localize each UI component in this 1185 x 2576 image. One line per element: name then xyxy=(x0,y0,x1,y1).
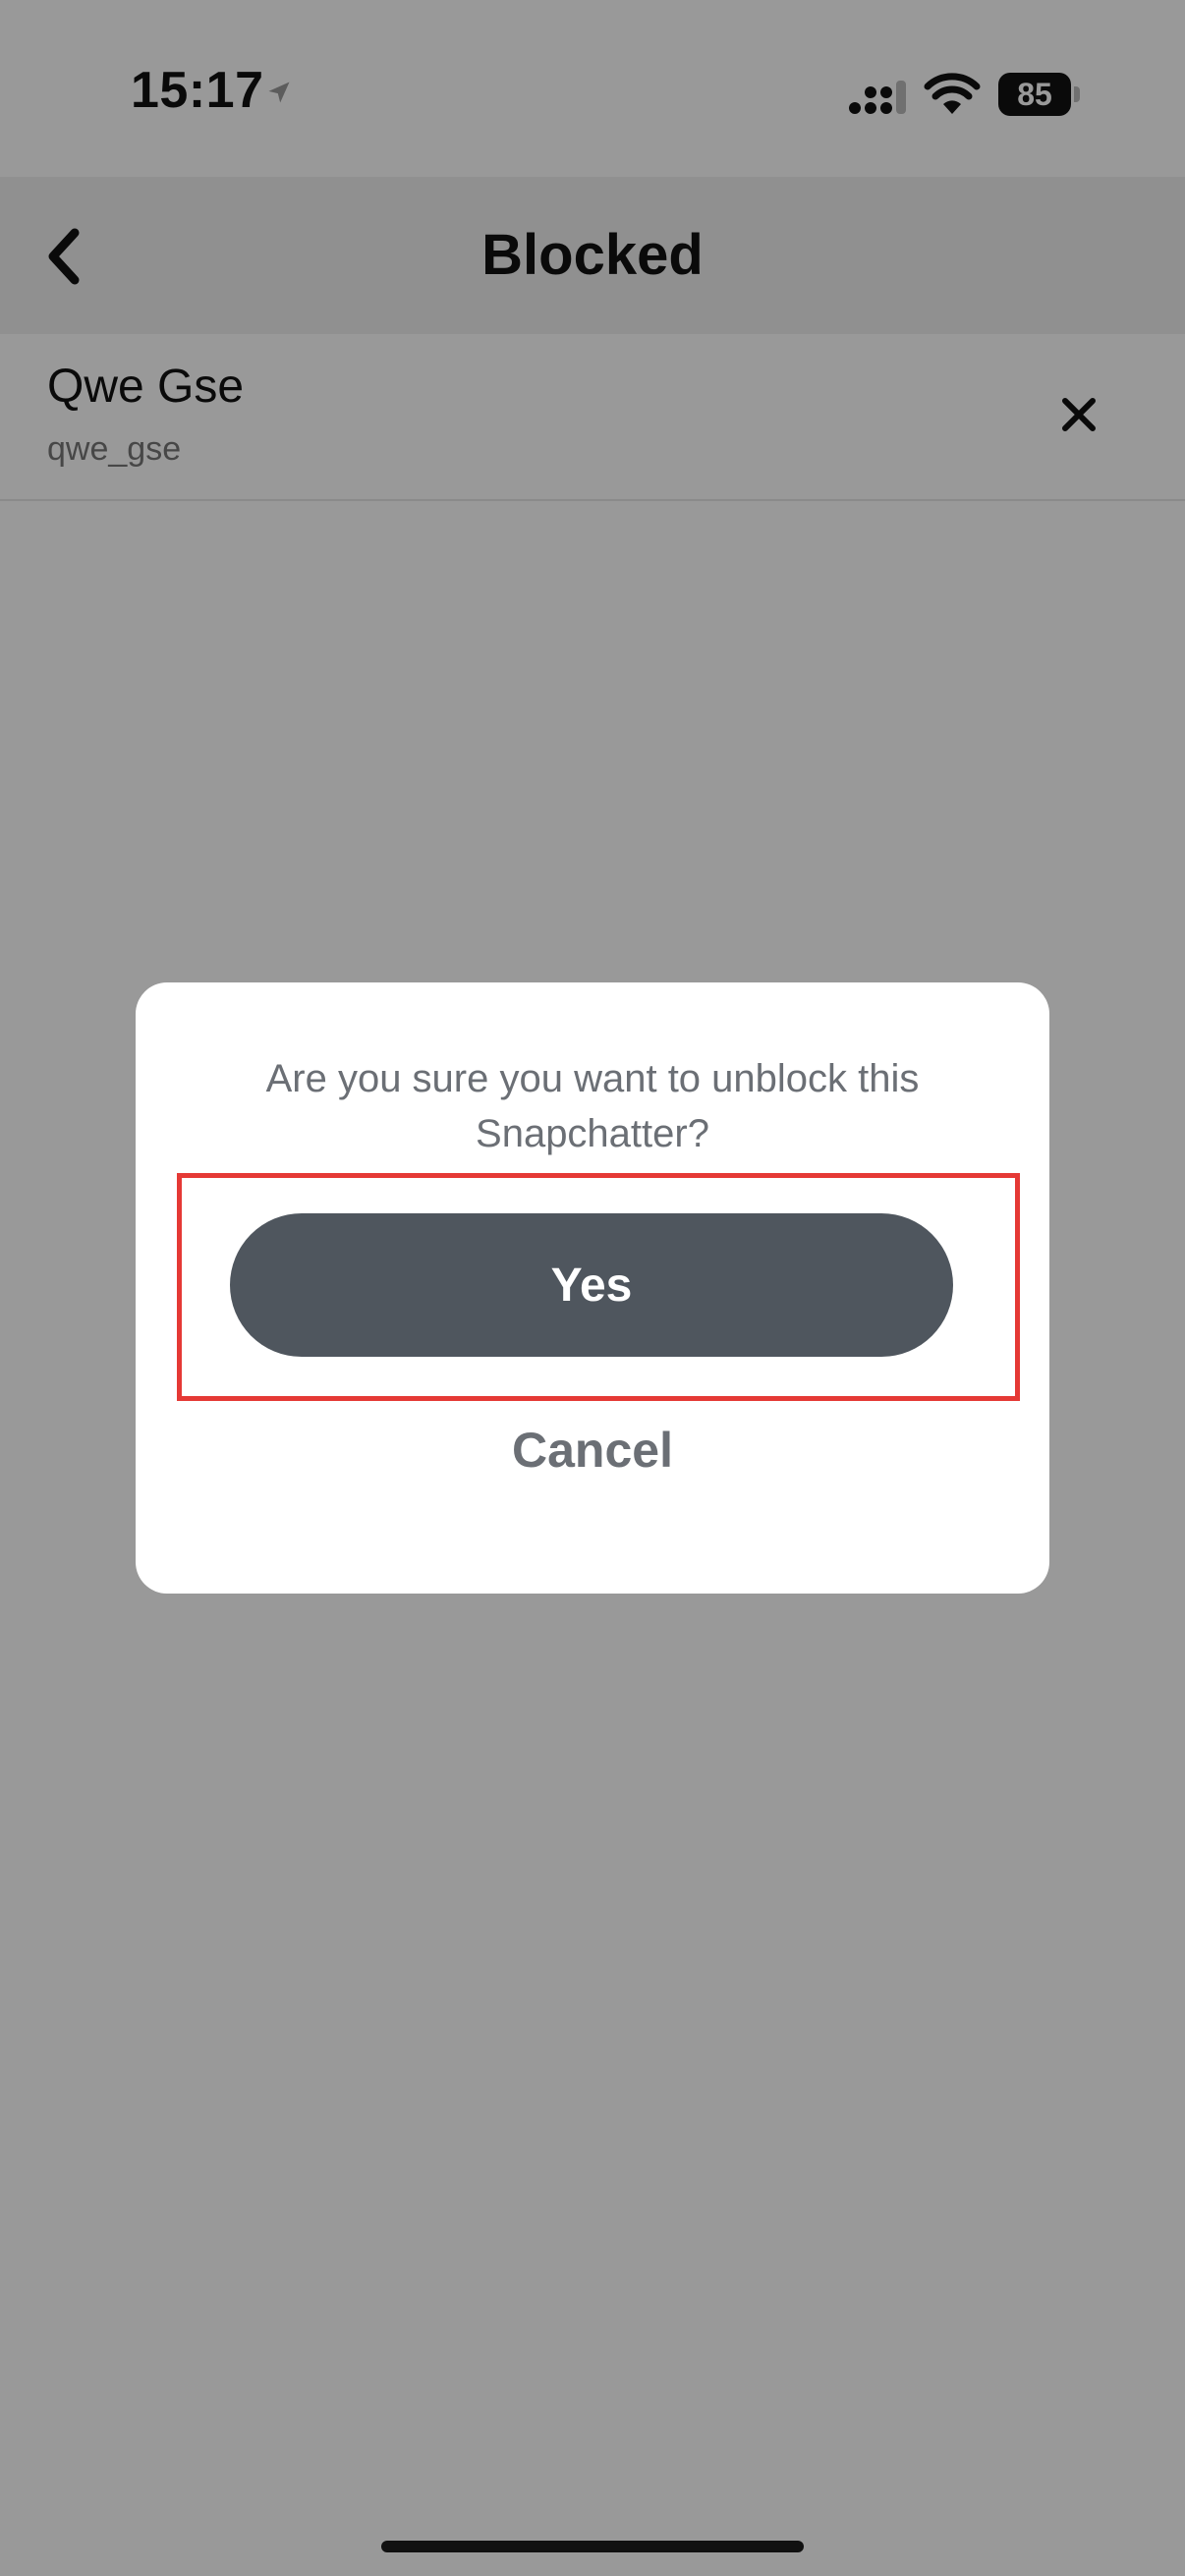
home-indicator[interactable] xyxy=(381,2541,804,2552)
dialog-message: Are you sure you want to unblock this Sn… xyxy=(265,1057,920,1155)
blocked-screen: 15:17 85 Blocked Qwe Gse qwe_gse Are you… xyxy=(0,0,1185,2576)
cancel-button[interactable]: Cancel xyxy=(136,1415,1049,1485)
yes-button[interactable]: Yes xyxy=(230,1213,953,1357)
unblock-confirm-dialog: Are you sure you want to unblock this Sn… xyxy=(136,982,1049,1594)
